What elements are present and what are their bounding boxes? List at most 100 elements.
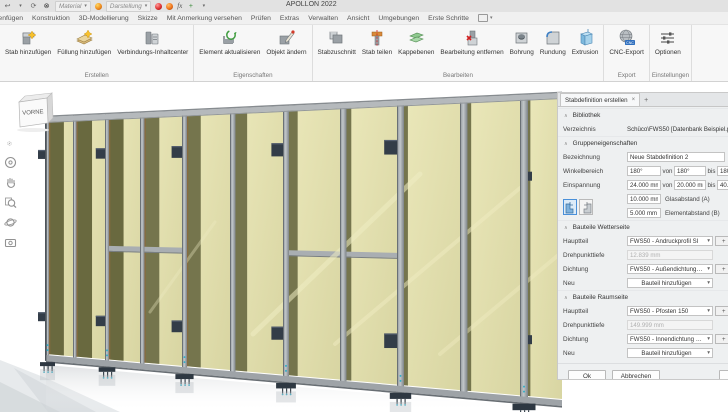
settings-gear-icon[interactable] (6, 140, 15, 149)
menu-tab-zusammenf-gen[interactable]: Zusammenfügen (0, 15, 23, 22)
add-component-button[interactable]: + (715, 264, 728, 274)
verbindungs-inhaltcenter-button[interactable]: Verbindungs-Inhaltcenter (114, 27, 191, 70)
f-llung-hinzuf-gen-button[interactable]: Füllung hinzufügen (54, 27, 114, 70)
tab-stabdefinition-erstellen[interactable]: Stabdefinition erstellen × (560, 93, 641, 106)
neu-bauteil-hinzuf-gen-dropdown[interactable]: Bauteil hinzufügen ▾ (627, 348, 713, 358)
field-label: Winkelbereich (563, 167, 604, 175)
bearbeitung-entfernen-button[interactable]: Bearbeitung entfernen (437, 27, 506, 70)
new-tab-button[interactable]: + (640, 95, 652, 106)
dichtung-dropdown[interactable]: FWS50 - Außendichtung 5mm ▾ (627, 264, 713, 274)
section-header-bibliothek[interactable]: ∧ Bibliothek (558, 108, 728, 122)
menu-tab-skizze[interactable]: Skizze (138, 15, 158, 22)
section-header-bauteile-wetterseite[interactable]: ∧ Bauteile Wetterseite (558, 220, 728, 234)
add-component-button[interactable]: + (715, 306, 728, 316)
collapse-chevron-icon[interactable]: ∧ (564, 295, 568, 301)
stab-teilen-button[interactable]: Stab teilen (359, 27, 395, 70)
menu-tab-ansicht[interactable]: Ansicht (347, 15, 369, 22)
dichtung-dropdown[interactable]: FWS50 - Innendichtung 9mm ▾ (627, 334, 713, 344)
section-header-bauteile-raumseite[interactable]: ∧ Bauteile Raumseite (558, 290, 728, 304)
objekt-ndern-button[interactable]: Objekt ändern (263, 27, 309, 70)
orbit-icon[interactable] (3, 216, 17, 229)
collapse-chevron-icon[interactable]: ∧ (564, 113, 568, 119)
add-component-button[interactable]: + (715, 236, 728, 246)
pan-hand-icon[interactable] (4, 176, 17, 189)
profile-seat-left-button[interactable] (563, 199, 577, 215)
bezeichnung-input[interactable] (627, 152, 725, 162)
dialog-button-row: Ok Abbrechen (558, 364, 728, 379)
element-aktualisieren-button[interactable]: Element aktualisieren (196, 27, 263, 70)
material-combobox[interactable]: Material ▾ (55, 0, 91, 12)
options-icon (661, 32, 675, 44)
elementabstand-b-input[interactable] (627, 208, 661, 218)
glasabstand-a-input[interactable] (627, 194, 661, 204)
collapse-chevron-icon[interactable]: ∧ (564, 225, 568, 231)
menu-tab-mit-anmerkung-versehen[interactable]: Mit Anmerkung versehen (167, 15, 242, 22)
stabzuschnitt-button[interactable]: Stabzuschnitt (315, 27, 359, 70)
fillet-icon (546, 31, 560, 45)
viewport-3d[interactable]: VORNE (0, 82, 562, 412)
rundung-button[interactable]: Rundung (537, 27, 569, 70)
ribbon-group-eigenschaften: Element aktualisieren Objekt ändern Eigens… (194, 25, 313, 81)
menu-tab-pr-fen[interactable]: Prüfen (251, 15, 271, 22)
winkelbereich-max-input[interactable] (717, 166, 728, 176)
neu-bauteil-hinzuf-gen-dropdown[interactable]: Bauteil hinzufügen ▾ (627, 278, 713, 288)
ribbon-group-erstellen: Stab hinzufügen Füllung hinzufügen Verbind… (0, 25, 195, 81)
panel-row-neu: Neu Bauteil hinzufügen ▾ (558, 276, 728, 290)
ribbon-display-options-button[interactable]: ▾ (477, 14, 492, 22)
stab-hinzuf-gen-button[interactable]: Stab hinzufügen (2, 27, 54, 70)
winkelbereich-value-input[interactable] (627, 166, 661, 176)
collapse-chevron-icon[interactable]: ∧ (564, 141, 568, 147)
menu-tab-umgebungen[interactable]: Umgebungen (378, 15, 419, 22)
kappebenen-button[interactable]: Kappebenen (395, 27, 437, 70)
menu-tab-erste-schritte[interactable]: Erste Schritte (428, 15, 469, 22)
customize-toolbar-icon[interactable]: ▾ (199, 2, 208, 11)
extrusion-button[interactable]: Extrusion (569, 27, 602, 70)
facade-3d-model[interactable] (0, 82, 562, 412)
cancel-button[interactable]: Abbrechen (612, 370, 660, 379)
parameters-fx-icon[interactable]: fx (177, 2, 182, 10)
hole-icon (515, 32, 528, 44)
add-component-button[interactable]: + (715, 334, 728, 344)
optionen-button[interactable]: Optionen (652, 27, 684, 70)
panel-row-drehpunkttiefe: Drehpunkttiefe (558, 248, 728, 262)
einspannung-max-input[interactable] (717, 180, 728, 190)
zoom-icon[interactable] (4, 196, 17, 209)
section-header-gruppeneigenschaften[interactable]: ∧ Gruppeneigenschaften (558, 136, 728, 150)
apply-button-partial[interactable] (719, 370, 728, 379)
look-at-icon[interactable] (4, 236, 17, 249)
darstellung-combobox[interactable]: Darstellung ▾ (105, 0, 152, 12)
menu-tab-3d-modellierung[interactable]: 3D-Modellierung (79, 15, 129, 22)
menu-tab-verwalten[interactable]: Verwalten (308, 15, 338, 22)
steering-wheel-icon[interactable] (4, 156, 17, 169)
ok-button[interactable]: Ok (568, 370, 606, 379)
cnc-export-button[interactable]: CNC CNC-Export (606, 27, 646, 70)
ribbon-button-label: Optionen (654, 49, 681, 56)
color-sphere-icon[interactable] (155, 2, 163, 10)
texture-sphere-icon[interactable] (166, 2, 174, 10)
menu-tab-extras[interactable]: Extras (280, 15, 299, 22)
hauptteil-dropdown[interactable]: FWS50 - Andruckprofil SI ▾ (627, 236, 713, 246)
menu-tab-konstruktion[interactable]: Konstruktion (32, 15, 70, 22)
distance-fields: Glasabstand (A) Elementabstand (B) (627, 192, 728, 220)
neu-bauteil-hinzuf-gen-value: Bauteil hinzufügen (641, 279, 692, 287)
panel-row-dichtung: Dichtung FWS50 - Außendichtung 5mm ▾ + (558, 262, 728, 276)
viewcube[interactable]: VORNE (6, 86, 58, 134)
ribbon-button-label: Extrusion (571, 49, 599, 56)
einspannung-min-input[interactable] (674, 180, 706, 190)
einspannung-value-input[interactable] (627, 180, 661, 190)
undo-icon[interactable]: ↩ (3, 2, 12, 11)
profile-seat-right-button[interactable] (579, 199, 593, 215)
update-icon[interactable]: ⟳ (29, 2, 38, 11)
ribbon-button-label: Kappebenen (398, 49, 435, 56)
winkelbereich-min-input[interactable] (674, 166, 706, 176)
redo-icon[interactable]: ▾ (16, 2, 25, 11)
close-icon[interactable]: × (632, 97, 636, 103)
viewcube-shadow (17, 128, 49, 132)
add-icon[interactable]: + (186, 2, 195, 11)
appearance-sphere-icon[interactable] (94, 2, 102, 10)
bohrung-button[interactable]: Bohrung (507, 27, 537, 70)
hauptteil-dropdown[interactable]: FWS50 - Pfosten 150 ▾ (627, 306, 713, 316)
panel-row-hauptteil: Hauptteil FWS50 - Pfosten 150 ▾ + (558, 304, 728, 318)
ribbon: Stab hinzufügen Füllung hinzufügen Verbind… (0, 25, 728, 82)
render-icon[interactable]: ⊗ (42, 2, 51, 11)
